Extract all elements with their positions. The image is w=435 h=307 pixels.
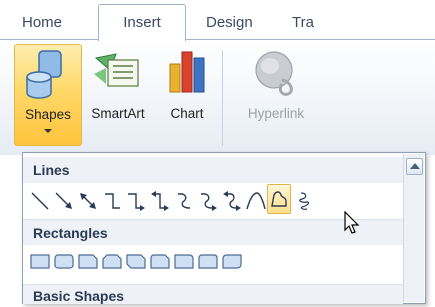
section-lines-header: Lines — [23, 157, 403, 183]
freeform-shape-icon — [271, 191, 287, 207]
shapes-button[interactable]: Shapes — [14, 44, 82, 146]
elbow-connector-icon[interactable] — [101, 185, 123, 215]
round-diagonal-rectangle-icon[interactable] — [221, 251, 243, 271]
curve-shape-icon[interactable] — [245, 185, 267, 215]
freeform-shape-highlighted[interactable] — [267, 184, 291, 214]
snip-diagonal-rectangle-icon[interactable] — [125, 251, 147, 271]
smartart-button[interactable]: SmartArt — [82, 40, 154, 152]
snip-round-rectangle-icon[interactable] — [149, 251, 171, 271]
gallery-scrollbar[interactable] — [403, 154, 424, 302]
scroll-up-arrow-icon[interactable] — [406, 158, 423, 175]
ribbon-tab-bar: Home Insert Design Tra — [0, 0, 435, 41]
rectangles-row — [29, 247, 401, 277]
curved-double-arrow-connector-icon[interactable] — [221, 185, 243, 215]
curved-arrow-connector-icon[interactable] — [197, 185, 219, 215]
smartart-icon — [94, 53, 139, 87]
double-arrow-shape-icon[interactable] — [77, 185, 99, 215]
rectangle-shape-icon[interactable] — [29, 251, 51, 271]
round-same-side-rectangle-icon[interactable] — [197, 251, 219, 271]
elbow-arrow-connector-icon[interactable] — [125, 185, 147, 215]
section-basic-shapes-header: Basic Shapes — [23, 284, 403, 304]
rounded-rectangle-shape-icon[interactable] — [53, 251, 75, 271]
snip-single-corner-rectangle-icon[interactable] — [77, 251, 99, 271]
line-shape-icon[interactable] — [29, 185, 51, 215]
tab-transitions[interactable]: Tra — [292, 8, 314, 38]
mouse-pointer-icon — [344, 211, 360, 234]
chart-label: Chart — [170, 106, 204, 121]
tab-design[interactable]: Design — [206, 8, 253, 38]
hyperlink-globe-icon — [255, 51, 293, 96]
arrow-shape-icon[interactable] — [53, 185, 75, 215]
dropdown-arrow-icon — [44, 129, 52, 133]
shapes-gallery: Lines Rectangles Basic Shapes — [22, 152, 426, 304]
elbow-double-arrow-connector-icon[interactable] — [149, 185, 171, 215]
hyperlink-button[interactable]: Hyperlink — [232, 40, 320, 152]
chart-icon — [169, 51, 205, 93]
smartart-label: SmartArt — [91, 106, 145, 121]
curved-connector-icon[interactable] — [173, 185, 195, 215]
group-separator — [222, 50, 223, 146]
shapes-label: Shapes — [25, 107, 71, 122]
chart-button[interactable]: Chart — [160, 40, 214, 152]
shapes-icon — [26, 50, 62, 99]
hyperlink-label: Hyperlink — [247, 106, 305, 121]
tab-home[interactable]: Home — [22, 8, 62, 38]
ribbon-panel: Shapes SmartArt Chart Hyperlink — [0, 39, 435, 155]
snip-same-side-rectangle-icon[interactable] — [101, 251, 123, 271]
round-single-corner-rectangle-icon[interactable] — [173, 251, 195, 271]
tab-insert[interactable]: Insert — [98, 4, 186, 41]
scribble-shape-icon[interactable] — [293, 185, 315, 215]
